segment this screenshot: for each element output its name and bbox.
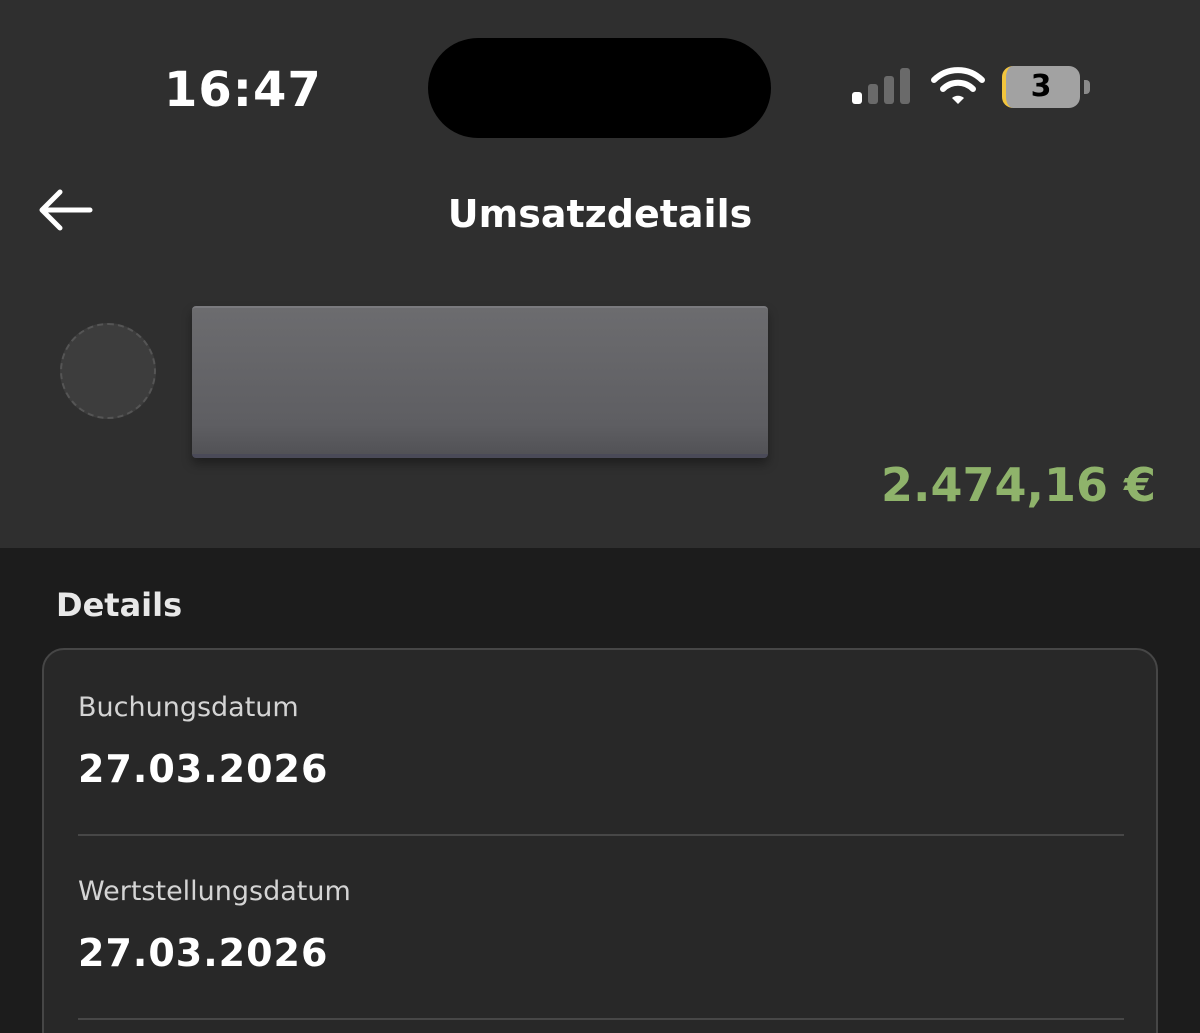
signal-icon [852, 68, 910, 104]
merchant-avatar [60, 323, 156, 419]
detail-value: 27.03.2026 [78, 747, 329, 791]
page-title: Umsatzdetails [447, 192, 753, 236]
divider [78, 1018, 1124, 1020]
detail-label: Buchungsdatum [78, 692, 299, 723]
details-card: Buchungsdatum 27.03.2026 Wertstellungsda… [42, 648, 1158, 1033]
wifi-icon [931, 67, 985, 104]
battery-level: 3 [1030, 69, 1052, 104]
details-section-title: Details [56, 586, 183, 624]
detail-label: Wertstellungsdatum [78, 876, 351, 907]
battery-tip [1084, 80, 1090, 94]
transaction-amount: 2.474,16 € [880, 458, 1156, 512]
transaction-header: 16:47 3 Umsatzdetails 2.474,16 € [0, 0, 1200, 548]
redacted-merchant-name [192, 306, 768, 458]
detail-row-value-date: Wertstellungsdatum 27.03.2026 [78, 876, 1124, 975]
dynamic-island [428, 38, 771, 138]
status-time: 16:47 [164, 62, 322, 118]
battery-icon: 3 [1002, 66, 1092, 108]
divider [78, 834, 1124, 836]
transaction-details-screen: 16:47 3 Umsatzdetails 2.474,16 € Details… [0, 0, 1200, 1033]
detail-value: 27.03.2026 [78, 931, 329, 975]
detail-row-booking-date: Buchungsdatum 27.03.2026 [78, 692, 1124, 791]
